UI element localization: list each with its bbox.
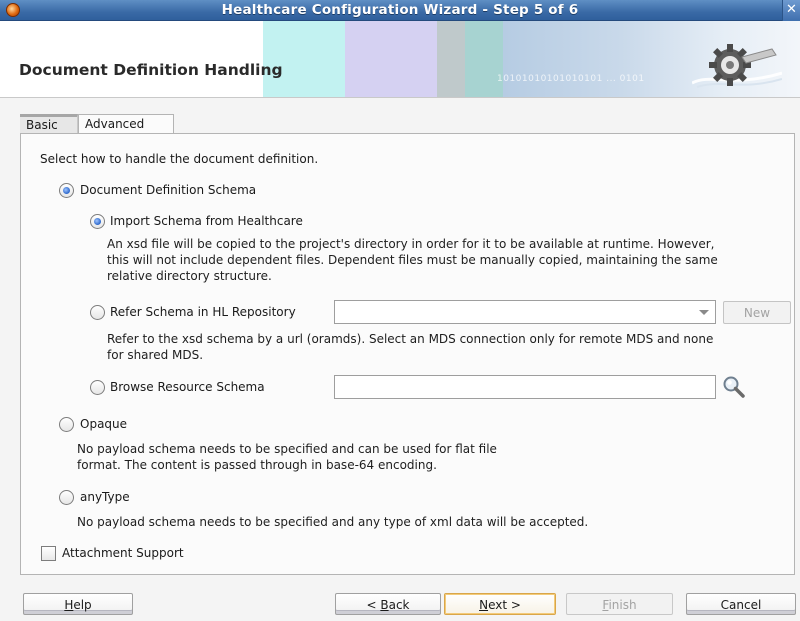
next-mnemonic: N [479, 598, 489, 612]
anytype-radio[interactable] [59, 490, 74, 505]
help-label: elp [73, 598, 92, 612]
help-button[interactable]: Help [23, 593, 133, 615]
browse-schema-radio[interactable] [90, 380, 105, 395]
wizard-header: 10101010101010101 ... 0101 Document Defi… [0, 21, 800, 98]
search-icon[interactable] [721, 374, 747, 400]
header-band [437, 21, 465, 97]
finish-button[interactable]: Finish [566, 593, 673, 615]
chevron-down-icon[interactable] [699, 310, 709, 315]
instruction-text: Select how to handle the document defini… [40, 152, 319, 166]
description-line: No payload schema needs to be specified … [77, 442, 497, 456]
window-titlebar: Healthcare Configuration Wizard - Step 5… [0, 0, 800, 21]
gear-icon [692, 44, 782, 88]
close-icon[interactable]: ✕ [782, 0, 800, 21]
header-band [263, 21, 345, 97]
description-line: No payload schema needs to be specified … [77, 515, 589, 529]
back-label: ack [388, 598, 410, 612]
header-binary-text: 10101010101010101 ... 0101 [497, 74, 645, 84]
anytype-description: No payload schema needs to be specified … [77, 514, 757, 530]
mds-connection-combo[interactable] [334, 300, 716, 324]
opaque-label[interactable]: Opaque [80, 417, 127, 431]
tab-advanced[interactable]: Advanced [78, 114, 174, 135]
cancel-button[interactable]: Cancel [686, 593, 796, 615]
browse-schema-label[interactable]: Browse Resource Schema [110, 380, 265, 394]
browse-schema-field[interactable] [334, 375, 716, 399]
import-schema-description: An xsd file will be copied to the projec… [107, 236, 787, 284]
help-mnemonic: H [64, 598, 74, 612]
back-button[interactable]: < Back [335, 593, 441, 615]
back-prefix: < [366, 598, 381, 612]
advanced-panel: Select how to handle the document defini… [20, 133, 795, 575]
next-label: ext > [488, 598, 521, 612]
doc-def-schema-label[interactable]: Document Definition Schema [80, 183, 256, 197]
import-schema-radio[interactable] [90, 214, 105, 229]
opaque-radio[interactable] [59, 417, 74, 432]
attachment-support-checkbox[interactable] [41, 546, 56, 561]
finish-label: inish [608, 598, 637, 612]
tab-basic[interactable]: Basic [20, 114, 78, 134]
refer-schema-label[interactable]: Refer Schema in HL Repository [110, 305, 296, 319]
description-line: for shared MDS. [107, 348, 204, 362]
description-line: An xsd file will be copied to the projec… [107, 237, 715, 251]
description-line: format. The content is passed through in… [77, 458, 437, 472]
new-button[interactable]: New [723, 301, 791, 324]
description-line: this will not include dependent files. D… [107, 253, 718, 267]
page-title: Document Definition Handling [19, 61, 283, 79]
description-line: relative directory structure. [107, 269, 272, 283]
anytype-label[interactable]: anyType [80, 490, 130, 504]
header-band [465, 21, 503, 97]
import-schema-label[interactable]: Import Schema from Healthcare [110, 214, 303, 228]
refer-schema-radio[interactable] [90, 305, 105, 320]
opaque-description: No payload schema needs to be specified … [77, 441, 677, 473]
description-line: Refer to the xsd schema by a url (oramds… [107, 332, 714, 346]
window-title: Healthcare Configuration Wizard - Step 5… [221, 2, 579, 18]
next-button[interactable]: Next > [444, 593, 556, 615]
header-band [345, 21, 437, 97]
attachment-support-label[interactable]: Attachment Support [62, 546, 184, 560]
doc-def-schema-radio[interactable] [59, 183, 74, 198]
back-mnemonic: B [380, 598, 389, 612]
refer-schema-description: Refer to the xsd schema by a url (oramds… [107, 331, 787, 363]
